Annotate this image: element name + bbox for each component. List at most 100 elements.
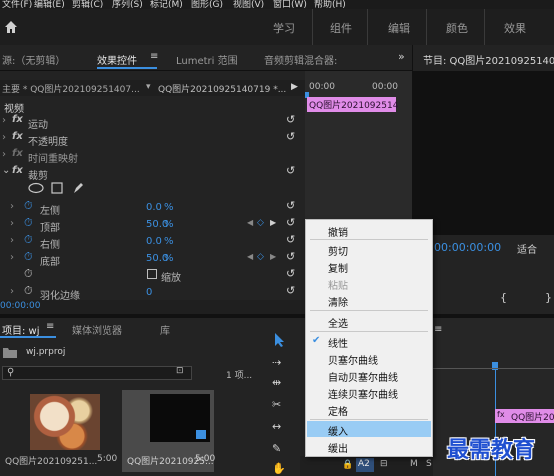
tab-library[interactable]: 库 bbox=[160, 322, 170, 337]
prev-keyframe-icon[interactable]: ◀ bbox=[247, 252, 253, 261]
master-clip-label[interactable]: 主要 * QQ图片202109251407... bbox=[2, 82, 140, 95]
mark-in-icon[interactable]: { bbox=[500, 291, 507, 304]
pen-mask-icon[interactable] bbox=[72, 181, 84, 195]
menu-item-hold[interactable]: 定格 bbox=[328, 403, 348, 418]
thumbnail-food-image[interactable] bbox=[30, 394, 100, 450]
workspace-editing[interactable]: 编辑 bbox=[388, 20, 410, 36]
expand-arrow-icon[interactable]: › bbox=[10, 218, 14, 229]
collapse-arrow-icon[interactable]: ⌄ bbox=[2, 165, 10, 176]
crop-left-value[interactable]: 0.0 bbox=[146, 202, 162, 213]
new-bin-icon[interactable]: ⊡ bbox=[176, 366, 184, 376]
workspace-learn[interactable]: 学习 bbox=[273, 20, 295, 36]
reset-icon[interactable]: ↺ bbox=[286, 250, 295, 263]
tab-menu-icon[interactable]: ≡ bbox=[150, 51, 158, 62]
tab-source[interactable]: 源:（无剪辑） bbox=[2, 52, 65, 67]
workspace-assembly[interactable]: 组件 bbox=[330, 20, 352, 36]
keyframe-diamond-icon[interactable]: ◇ bbox=[257, 252, 264, 262]
reset-icon[interactable]: ↺ bbox=[286, 113, 295, 126]
tab-lumetri[interactable]: Lumetri 范围 bbox=[176, 52, 238, 67]
expand-arrow-icon[interactable]: › bbox=[2, 149, 6, 160]
next-keyframe-icon[interactable]: ▶ bbox=[270, 252, 276, 261]
menu-view[interactable]: 视图(V) bbox=[233, 0, 264, 9]
project-search-input[interactable]: ⚲ bbox=[2, 366, 192, 380]
timeline-clip[interactable]: fx QQ图片2021 bbox=[495, 409, 554, 423]
reset-icon[interactable]: ↺ bbox=[286, 130, 295, 143]
tab-audio-mixer[interactable]: 音频剪辑混合器: bbox=[264, 52, 337, 67]
menu-item-bezier[interactable]: 贝塞尔曲线 bbox=[328, 352, 378, 367]
solo-button[interactable]: S bbox=[426, 459, 432, 469]
menu-sequence[interactable]: 序列(S) bbox=[112, 0, 143, 9]
keyframe-diamond-icon[interactable]: ◇ bbox=[257, 218, 264, 228]
timeline-menu-icon[interactable]: ≡ bbox=[434, 324, 442, 335]
clip-bar[interactable]: QQ图片2021092514 bbox=[307, 97, 398, 112]
track-target-a2[interactable]: A2 bbox=[356, 458, 374, 472]
tab-project[interactable]: 项目: wj bbox=[2, 322, 40, 337]
stopwatch-icon[interactable]: ⏱ bbox=[24, 216, 33, 230]
menu-clip[interactable]: 剪辑(C) bbox=[72, 0, 103, 9]
tabs-overflow-icon[interactable]: » bbox=[398, 50, 405, 63]
dropdown-arrow-icon[interactable]: ▾ bbox=[146, 82, 151, 92]
tab-effect-controls[interactable]: 效果控件 bbox=[97, 52, 137, 67]
stopwatch-icon[interactable]: ⏱ bbox=[24, 267, 33, 281]
menu-edit[interactable]: 编辑(E) bbox=[34, 0, 65, 9]
sync-lock-icon[interactable]: ⊟ bbox=[380, 459, 388, 469]
menu-item-ease-in[interactable]: 缓入 bbox=[328, 423, 348, 438]
fx-icon[interactable]: fx bbox=[12, 131, 23, 142]
menu-graphics[interactable]: 图形(G) bbox=[191, 0, 223, 9]
play-only-icon[interactable]: ▶ bbox=[291, 82, 298, 92]
expand-arrow-icon[interactable]: › bbox=[10, 201, 14, 212]
feather-edge-value[interactable]: 0 bbox=[146, 287, 152, 298]
workspace-color[interactable]: 颜色 bbox=[446, 20, 468, 36]
menu-item-continuous-bezier[interactable]: 连续贝塞尔曲线 bbox=[328, 386, 398, 401]
menu-file[interactable]: 文件(F) bbox=[2, 0, 32, 9]
next-keyframe-icon[interactable]: ▶ bbox=[270, 218, 276, 227]
menu-item-clear[interactable]: 清除 bbox=[328, 294, 348, 309]
expand-arrow-icon[interactable]: › bbox=[10, 252, 14, 263]
reset-icon[interactable]: ↺ bbox=[286, 233, 295, 246]
track-select-tool-icon[interactable]: ⇢ bbox=[272, 356, 281, 369]
sequence-clip-label[interactable]: QQ图片20210925140719 *... bbox=[158, 82, 286, 95]
home-icon[interactable] bbox=[4, 20, 18, 34]
rectangle-mask-icon[interactable] bbox=[51, 182, 63, 194]
program-timecode[interactable]: 00:00:00:00 bbox=[434, 241, 501, 254]
tab-media-browser[interactable]: 媒体浏览器 bbox=[72, 322, 122, 337]
lock-icon[interactable]: 🔒 bbox=[342, 460, 353, 470]
menu-item-ease-out[interactable]: 缓出 bbox=[328, 440, 348, 455]
razor-tool-icon[interactable]: ✂ bbox=[272, 398, 281, 411]
expand-arrow-icon[interactable]: › bbox=[2, 132, 6, 143]
menu-item-undo[interactable]: 撤销 bbox=[328, 224, 348, 239]
mark-out-icon[interactable]: } bbox=[545, 291, 552, 304]
expand-arrow-icon[interactable]: › bbox=[10, 286, 14, 297]
fx-icon[interactable]: fx bbox=[12, 165, 23, 176]
ripple-edit-tool-icon[interactable]: ⇹ bbox=[272, 376, 281, 389]
menu-help[interactable]: 帮助(H) bbox=[314, 0, 346, 9]
reset-icon[interactable]: ↺ bbox=[286, 284, 295, 297]
slip-tool-icon[interactable]: ↔ bbox=[272, 420, 281, 433]
stopwatch-icon[interactable]: ⏱ bbox=[24, 284, 33, 298]
menu-item-copy[interactable]: 复制 bbox=[328, 260, 348, 275]
menu-item-linear[interactable]: 线性 bbox=[328, 335, 348, 350]
menu-item-select-all[interactable]: 全选 bbox=[328, 315, 348, 330]
tab-menu-icon[interactable]: ≡ bbox=[46, 321, 54, 332]
stopwatch-icon[interactable]: ⏱ bbox=[24, 199, 33, 213]
thumbnail-sequence[interactable] bbox=[150, 394, 210, 442]
selection-tool-icon[interactable] bbox=[273, 332, 287, 348]
expand-arrow-icon[interactable]: › bbox=[10, 235, 14, 246]
fit-dropdown[interactable]: 适合 bbox=[517, 241, 537, 256]
stopwatch-icon[interactable]: ⏱ bbox=[24, 250, 33, 264]
reset-icon[interactable]: ↺ bbox=[286, 267, 295, 280]
prev-keyframe-icon[interactable]: ◀ bbox=[247, 218, 253, 227]
hand-tool-icon[interactable]: ✋ bbox=[272, 462, 286, 475]
crop-right-value[interactable]: 0.0 bbox=[146, 236, 162, 247]
effect-timecode[interactable]: 00:00:00 bbox=[0, 301, 40, 311]
expand-arrow-icon[interactable]: › bbox=[2, 115, 6, 126]
fx-icon[interactable]: fx bbox=[12, 114, 23, 125]
zoom-checkbox[interactable] bbox=[147, 269, 157, 279]
reset-icon[interactable]: ↺ bbox=[286, 216, 295, 229]
ellipse-mask-icon[interactable] bbox=[28, 182, 44, 194]
pen-tool-icon[interactable]: ✎ bbox=[272, 442, 281, 455]
reset-icon[interactable]: ↺ bbox=[286, 199, 295, 212]
menu-window[interactable]: 窗口(W) bbox=[273, 0, 307, 9]
menu-item-auto-bezier[interactable]: 自动贝塞尔曲线 bbox=[328, 369, 398, 384]
menu-marker[interactable]: 标记(M) bbox=[150, 0, 183, 9]
